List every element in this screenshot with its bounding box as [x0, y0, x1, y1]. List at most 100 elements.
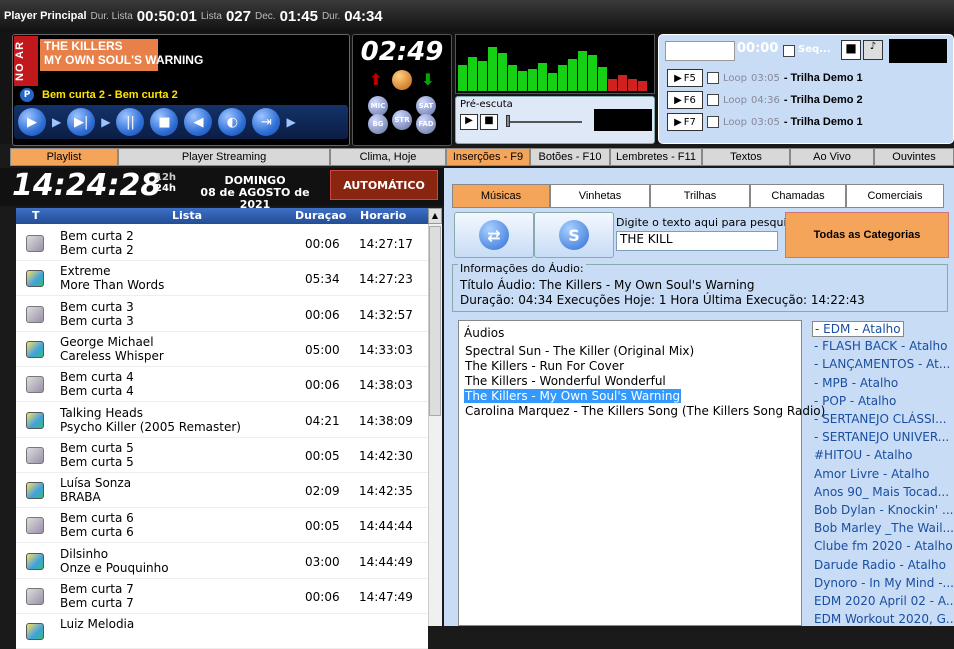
category-item[interactable]: Amor Livre - Atalho [814, 467, 929, 481]
seq-checkbox[interactable] [783, 45, 795, 57]
bg-orb[interactable]: BG [368, 114, 388, 134]
table-row[interactable]: Bem curta 2 Bem curta 2 00:06 14:27:17 [16, 226, 428, 261]
play-next-button[interactable]: ▶| [67, 108, 96, 136]
all-categories-button[interactable]: Todas as Categorias [785, 212, 949, 258]
seq-label: Seq... [798, 44, 831, 55]
category-item[interactable]: - EDM - Atalho [812, 321, 904, 337]
category-item[interactable]: EDM Workout 2020, G... [814, 612, 954, 626]
preview-slider-handle[interactable] [506, 115, 510, 127]
audio-item[interactable]: The Killers - Wonderful Wonderful [464, 374, 667, 388]
tab-clima-hoje[interactable]: Clima, Hoje [330, 148, 446, 166]
category-item[interactable]: #HITOU - Atalho [814, 448, 912, 462]
category-item[interactable]: Clube fm 2020 - Atalho [814, 539, 953, 553]
status-orbs: ⬆ ⬇ MIC SAT BG STR FAD [364, 70, 444, 140]
table-row[interactable]: Bem curta 3 Bem curta 3 00:06 14:32:57 [16, 296, 428, 332]
category-item[interactable]: - SERTANEJO CLÁSSI... [814, 412, 947, 426]
table-row[interactable]: George Michael Careless Whisper 05:00 14:33… [16, 331, 428, 367]
sat-orb[interactable]: SAT [416, 96, 436, 116]
pause-button[interactable]: || [116, 108, 145, 136]
category-item[interactable]: - FLASH BACK - Atalho [814, 339, 947, 353]
tab-comerciais[interactable]: Comerciais [846, 184, 944, 208]
category-item[interactable]: - MPB - Atalho [814, 376, 898, 390]
tab-chamadas[interactable]: Chamadas [750, 184, 846, 208]
preview-play-button[interactable]: ▶ [460, 114, 478, 130]
cart-track: - Trilha Demo 2 [783, 94, 863, 106]
f7-play-button[interactable]: ▶ F7 [667, 113, 703, 131]
tab-ao-vivo[interactable]: Ao Vivo [790, 148, 874, 166]
scroll-up-icon[interactable]: ▲ [428, 208, 442, 224]
speaker-icon[interactable]: ♪ [863, 40, 883, 60]
category-item[interactable]: Dynoro - In My Mind -... [814, 576, 954, 590]
tab-trilhas[interactable]: Trilhas [650, 184, 750, 208]
table-row[interactable]: Luísa Sonza BRABA 02:09 14:42:35 [16, 473, 428, 509]
tab-botoes[interactable]: Botões - F10 [530, 148, 610, 166]
preview-slider[interactable] [506, 121, 582, 123]
play-button[interactable]: ▶ [18, 108, 46, 136]
category-item[interactable]: Bob Marley _The Wail... [814, 521, 954, 535]
tab-vinhetas[interactable]: Vinhetas [550, 184, 650, 208]
audio-item[interactable]: Spectral Sun - The Killer (Original Mix) [464, 344, 695, 358]
col-duracao[interactable]: Duraçao [295, 209, 346, 222]
category-item[interactable]: - SERTANEJO UNIVER... [814, 430, 949, 444]
table-row[interactable]: Bem curta 6 Bem curta 6 00:05 14:44:44 [16, 508, 428, 544]
search-input[interactable]: THE KILL [616, 231, 778, 251]
swap-button[interactable]: ⇄ [454, 212, 534, 258]
str-orb[interactable]: STR [392, 110, 412, 130]
tab-ouvintes[interactable]: Ouvintes [874, 148, 954, 166]
preview-stop-button[interactable]: ■ [480, 114, 498, 130]
dur-label: Dur. [321, 10, 341, 22]
down-arrow-icon: ⬇ [421, 70, 435, 89]
dur-value: 04:34 [344, 7, 383, 25]
mic-orb[interactable]: MIC [368, 96, 388, 116]
tab-lembretes[interactable]: Lembretes - F11 [610, 148, 702, 166]
loop-checkbox[interactable] [707, 94, 719, 106]
category-item[interactable]: - LANÇAMENTOS - At... [814, 357, 950, 371]
category-item[interactable]: Anos 90_ Mais Tocad... [814, 485, 949, 499]
tab-textos[interactable]: Textos [702, 148, 790, 166]
tab-playlist[interactable]: Playlist [10, 148, 118, 166]
music-icon [26, 411, 44, 429]
table-row[interactable]: Extreme More Than Words 05:34 14:27:23 [16, 261, 428, 297]
audio-item[interactable]: The Killers - My Own Soul's Warning [464, 389, 682, 403]
loop-checkbox[interactable] [707, 116, 719, 128]
tab-musicas[interactable]: Músicas [452, 184, 550, 208]
col-lista[interactable]: Lista [172, 209, 202, 222]
next-info-icon: P [20, 88, 34, 102]
table-row[interactable]: Bem curta 7 Bem curta 7 00:06 14:47:49 [16, 579, 428, 614]
skip-button[interactable]: ⇥ [252, 108, 281, 136]
stop-button[interactable]: ■ [150, 108, 179, 136]
fade-button[interactable]: ◐ [218, 108, 247, 136]
dec-value: 01:45 [279, 7, 318, 25]
table-row[interactable]: Bem curta 4 Bem curta 4 00:06 14:38:03 [16, 367, 428, 403]
hour-format[interactable]: 12h 24h [155, 172, 176, 194]
col-horario[interactable]: Horario [360, 209, 406, 222]
table-row[interactable]: Talking Heads Psycho Killer (2005 Remaste… [16, 402, 428, 438]
tab-insercoes[interactable]: Inserções - F9 [446, 148, 530, 166]
category-item[interactable]: Darude Radio - Atalho [814, 558, 946, 572]
category-item[interactable]: - POP - Atalho [814, 394, 896, 408]
automatic-mode-button[interactable]: AUTOMÁTICO [330, 170, 438, 200]
fad-orb[interactable]: FAD [416, 114, 436, 134]
music-icon [26, 482, 44, 500]
cart-stop-button[interactable]: ■ [841, 40, 861, 60]
audio-item[interactable]: The Killers - Run For Cover [464, 359, 625, 373]
cart-name-field[interactable] [665, 41, 735, 61]
row-duration: 03:00 [305, 554, 340, 569]
row-time: 14:44:44 [359, 519, 413, 534]
audio-info-label: Informações do Áudio: [458, 262, 586, 275]
table-row[interactable]: Luiz Melodia [16, 614, 428, 649]
tab-player-streaming[interactable]: Player Streaming [118, 148, 330, 166]
col-type[interactable]: T [32, 209, 40, 222]
category-item[interactable]: EDM 2020 April 02 - A... [814, 594, 954, 608]
scrollbar-thumb[interactable] [429, 226, 441, 416]
refresh-button[interactable]: S [534, 212, 614, 258]
f5-play-button[interactable]: ▶ F5 [667, 69, 703, 87]
table-row[interactable]: Bem curta 5 Bem curta 5 00:05 14:42:30 [16, 437, 428, 473]
loop-checkbox[interactable] [707, 72, 719, 84]
previous-button[interactable]: ◀ [184, 108, 213, 136]
dur-lista-value: 00:50:01 [136, 7, 197, 25]
table-row[interactable]: Dilsinho Onze e Pouquinho 03:00 14:44:49 [16, 543, 428, 579]
f6-play-button[interactable]: ▶ F6 [667, 91, 703, 109]
category-item[interactable]: Bob Dylan - Knockin' ... [814, 503, 953, 517]
audio-item[interactable]: Carolina Marquez - The Killers Song (The… [464, 404, 826, 418]
